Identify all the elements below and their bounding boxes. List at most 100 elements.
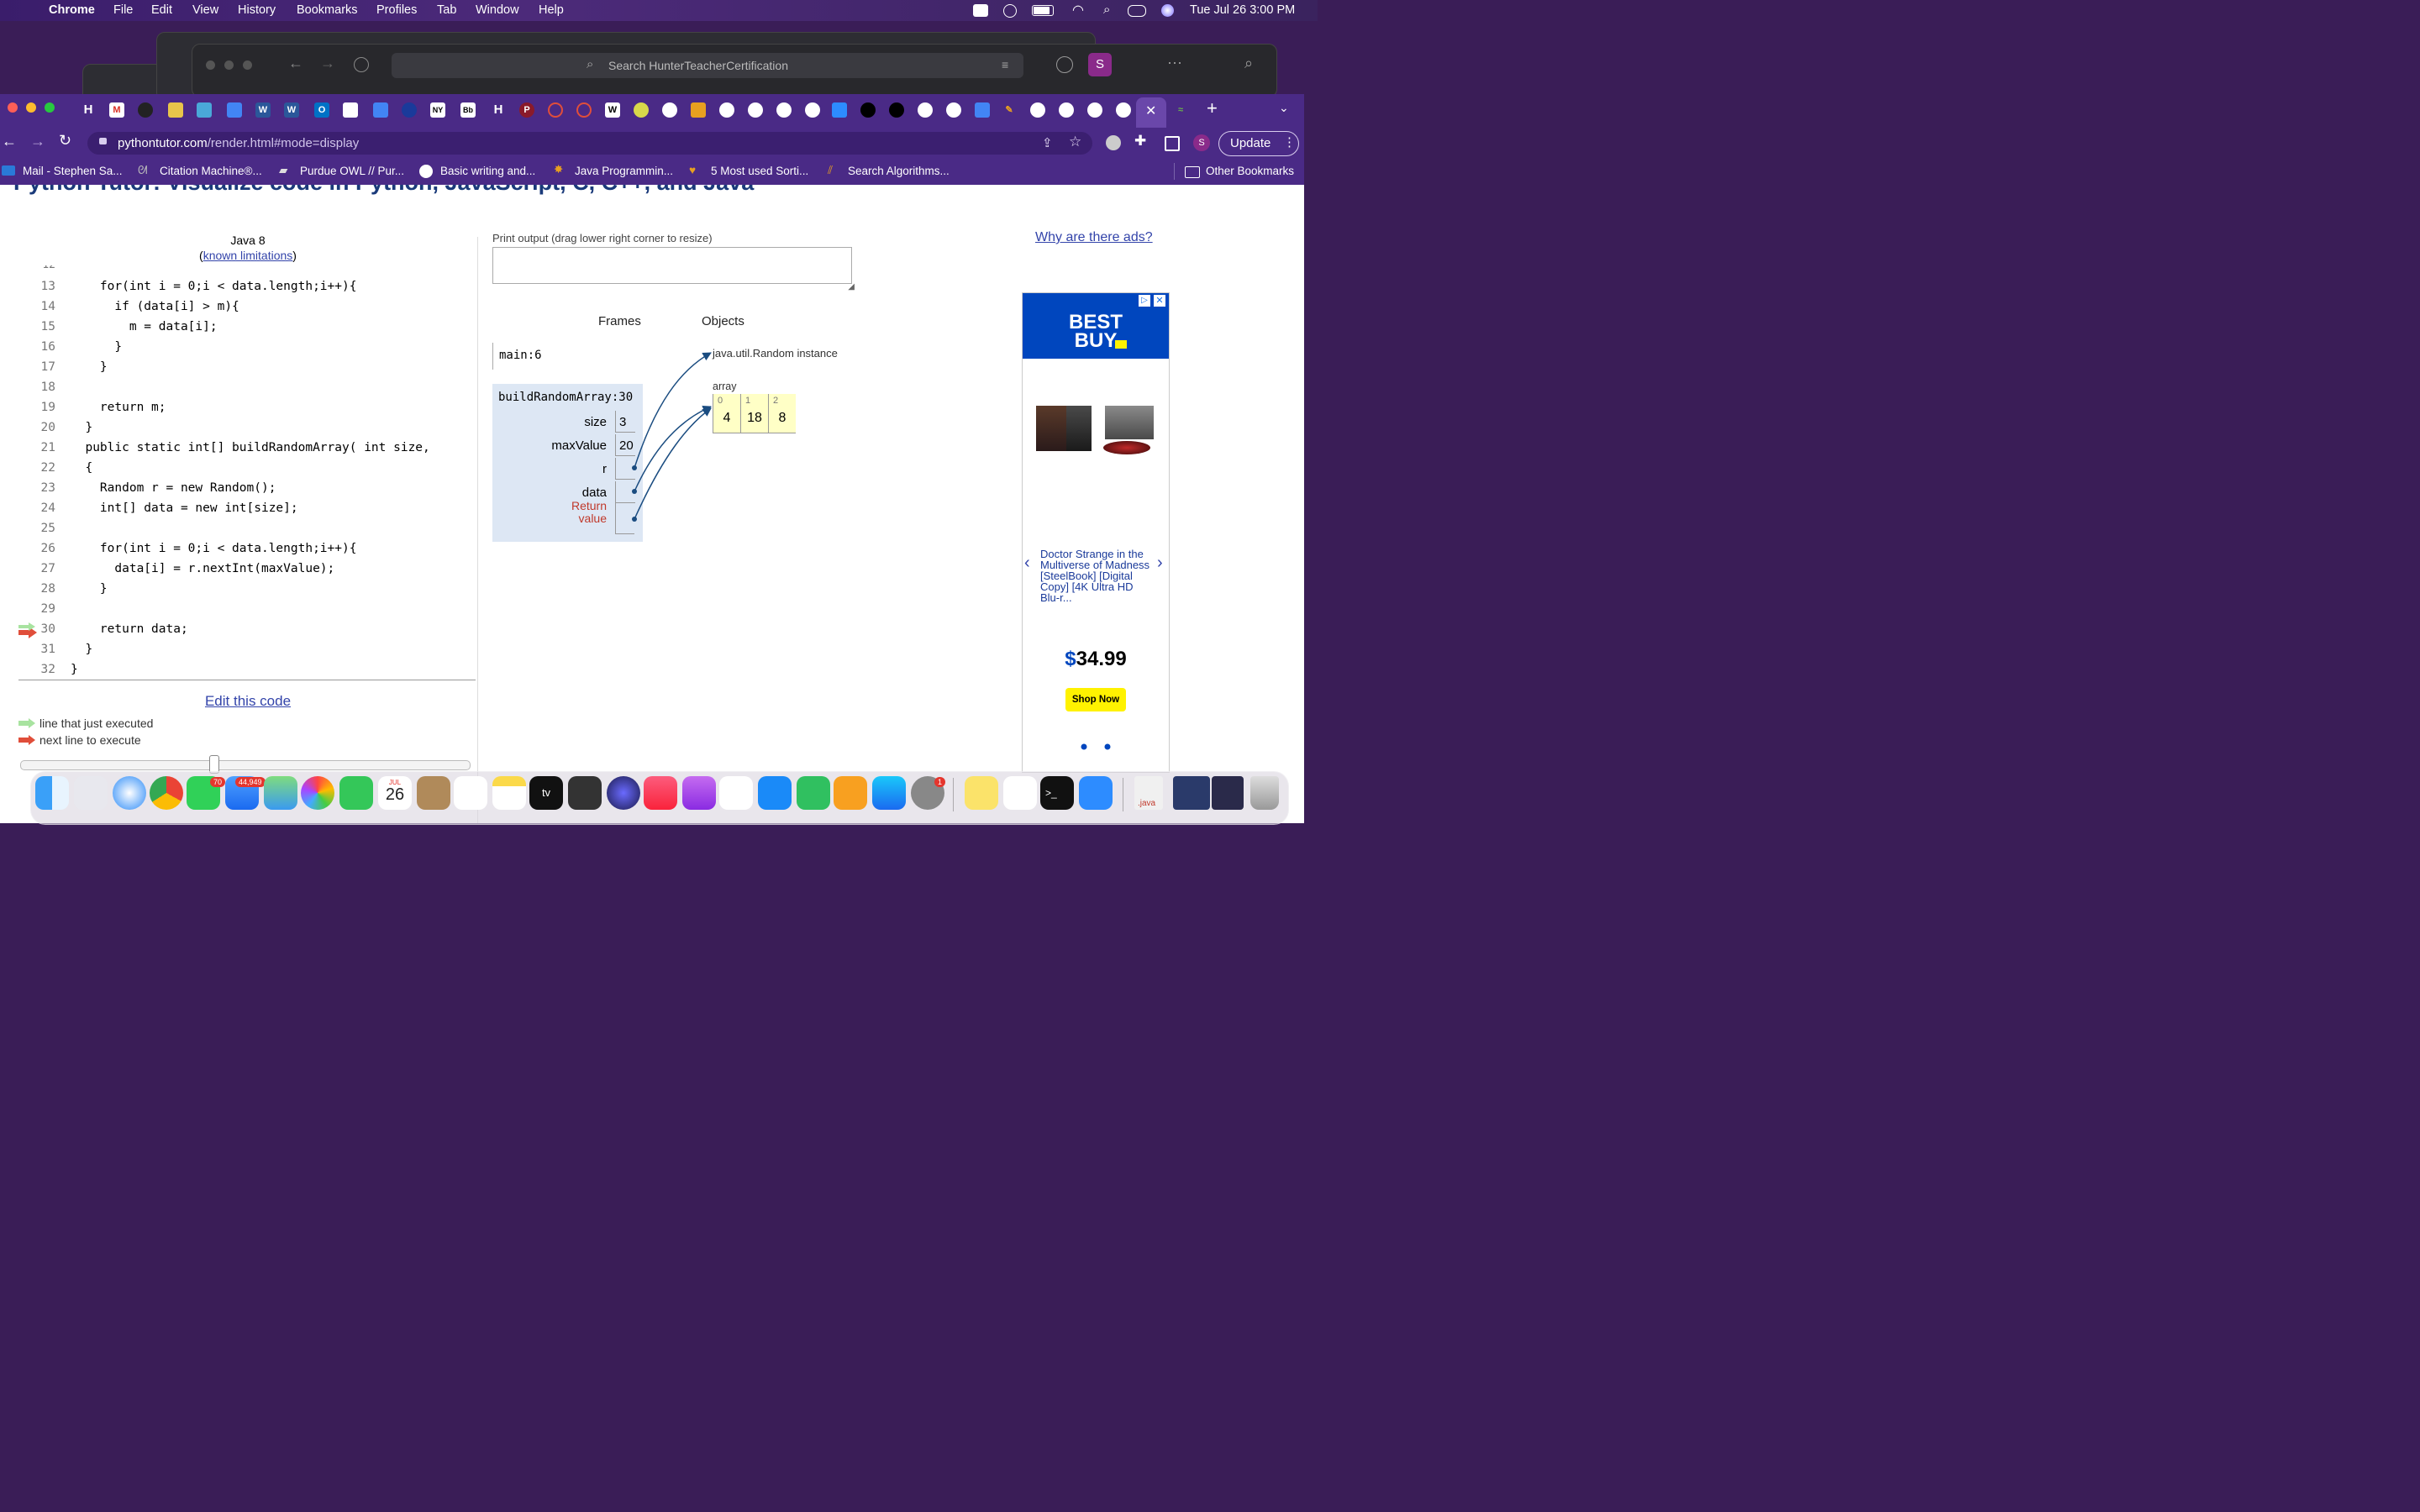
contacts-icon[interactable] — [417, 776, 450, 810]
spotlight-search-icon[interactable]: ⌕ — [1103, 3, 1110, 17]
bookmark-star-icon[interactable]: ☆ — [1069, 134, 1081, 150]
forward-arrow-icon[interactable]: → — [320, 55, 335, 72]
tab-github-icon[interactable] — [946, 102, 961, 118]
tab-favicon-icon[interactable] — [576, 102, 592, 118]
extensions-puzzle-icon[interactable]: ✚ — [1134, 133, 1146, 150]
tab-word-icon[interactable]: W — [284, 102, 299, 118]
menu-tab[interactable]: Tab — [437, 3, 456, 17]
tab-gmail-icon[interactable]: M — [109, 102, 124, 118]
wifi-icon[interactable]: ◠ — [1072, 2, 1084, 18]
traffic-light-min-icon[interactable] — [224, 60, 234, 70]
history-clock-icon[interactable] — [354, 57, 369, 72]
extension-icon[interactable] — [1106, 135, 1121, 150]
back-icon[interactable]: ← — [2, 133, 17, 150]
bookmark-search-algorithms[interactable]: Search Algorithms... — [848, 165, 950, 177]
chrome-icon[interactable] — [150, 776, 183, 810]
profile-avatar[interactable]: S — [1193, 134, 1210, 151]
music-icon[interactable] — [644, 776, 677, 810]
clock-text[interactable]: Tue Jul 26 3:00 PM — [1190, 3, 1295, 17]
zoom-icon[interactable] — [1079, 776, 1113, 810]
tab-google-docs-icon[interactable] — [373, 102, 388, 118]
menu-help[interactable]: Help — [539, 3, 564, 17]
tab-favicon-p-icon[interactable]: P — [519, 102, 534, 118]
active-tab[interactable]: ✕ — [1136, 97, 1166, 128]
help-icon[interactable] — [1056, 56, 1073, 73]
podcasts-icon[interactable] — [682, 776, 716, 810]
side-panel-icon[interactable] — [1165, 136, 1180, 151]
play-status-icon[interactable] — [1003, 4, 1017, 18]
menu-profiles[interactable]: Profiles — [376, 3, 417, 17]
tab-favicon-icon[interactable] — [889, 102, 904, 118]
window-close-icon[interactable] — [8, 102, 18, 113]
apple-tv-icon[interactable]: tv — [529, 776, 563, 810]
ad-product-title[interactable]: Doctor Strange in the Multiverse of Madn… — [1040, 549, 1155, 603]
tab-favicon-icon[interactable] — [197, 102, 212, 118]
facetime-status-icon[interactable] — [973, 4, 988, 17]
tab-outlook-icon[interactable]: O — [314, 102, 329, 118]
screenshot-stack-icon[interactable] — [1173, 776, 1210, 810]
photos-icon[interactable] — [301, 776, 334, 810]
tab-github-icon[interactable] — [805, 102, 820, 118]
menu-file[interactable]: File — [113, 3, 133, 17]
why-ads-link[interactable]: Why are there ads? — [1035, 230, 1153, 245]
tab-favicon-icon[interactable]: NY — [430, 102, 445, 118]
tab-favicon-icon[interactable] — [691, 102, 706, 118]
tab-zoom-icon[interactable] — [832, 102, 847, 118]
filter-icon[interactable]: ≡ — [1002, 58, 1008, 71]
menu-window[interactable]: Window — [476, 3, 519, 17]
reminders-icon[interactable] — [454, 776, 487, 810]
menu-app-name[interactable]: Chrome — [49, 3, 95, 17]
launchpad-icon[interactable] — [74, 776, 108, 810]
tab-globe-icon[interactable] — [719, 102, 734, 118]
share-icon[interactable]: ⇪ — [1042, 135, 1053, 150]
bookmark-java[interactable]: Java Programmin... — [575, 165, 673, 177]
menu-edit[interactable]: Edit — [151, 3, 172, 17]
tab-github-icon[interactable] — [1087, 102, 1102, 118]
ad-close-icon[interactable]: ✕ — [1154, 295, 1165, 307]
tab-google-docs-icon[interactable] — [227, 102, 242, 118]
menu-history[interactable]: History — [238, 3, 276, 17]
tab-blackboard-icon[interactable]: Bb — [460, 102, 476, 118]
finder-icon[interactable] — [35, 776, 69, 810]
battery-icon[interactable] — [1032, 5, 1054, 16]
app-store-icon[interactable] — [872, 776, 906, 810]
forward-icon[interactable]: → — [30, 133, 45, 150]
teams-avatar[interactable]: S — [1088, 53, 1112, 76]
control-center-icon[interactable] — [1128, 5, 1146, 17]
window-minimize-icon[interactable] — [26, 102, 36, 113]
window-maximize-icon[interactable] — [45, 102, 55, 113]
tab-search-chevron-icon[interactable]: ⌄ — [1279, 101, 1289, 115]
kebab-menu-icon[interactable]: ⋮ — [1283, 134, 1296, 150]
tab-github-icon[interactable] — [662, 102, 677, 118]
ad-prev-arrow-icon[interactable]: ‹ — [1024, 554, 1030, 573]
bookmark-citation[interactable]: Citation Machine®... — [160, 165, 262, 177]
tab-word-icon[interactable]: W — [255, 102, 271, 118]
bookmark-sorting[interactable]: 5 Most used Sorti... — [711, 165, 808, 177]
edit-code-link[interactable]: Edit this code — [18, 693, 477, 710]
tab-favicon-icon[interactable]: ✎ — [1002, 102, 1017, 118]
tab-favicon-icon[interactable] — [138, 102, 153, 118]
numbers-icon[interactable] — [797, 776, 830, 810]
calculator-icon[interactable] — [568, 776, 602, 810]
bookmark-writing[interactable]: Basic writing and... — [440, 165, 535, 177]
trash-icon[interactable] — [1250, 776, 1279, 810]
calendar-icon[interactable]: JUL 26 — [378, 776, 412, 810]
tab-github-icon[interactable] — [1030, 102, 1045, 118]
adchoices-icon[interactable]: ▷ — [1139, 295, 1150, 307]
menu-view[interactable]: View — [192, 3, 218, 17]
teams-search-input[interactable]: ⌕ Search HunterTeacherCertification ≡ — [392, 53, 1023, 78]
tab-github-icon[interactable] — [1059, 102, 1074, 118]
traffic-light-max-icon[interactable] — [243, 60, 252, 70]
update-button[interactable]: Update ⋮ — [1218, 131, 1299, 156]
java-file-icon[interactable]: .java — [1134, 776, 1163, 810]
other-bookmarks[interactable]: Other Bookmarks — [1206, 165, 1294, 177]
news-icon[interactable] — [719, 776, 753, 810]
bookmark-purdue[interactable]: Purdue OWL // Pur... — [300, 165, 404, 177]
tab-favicon-icon[interactable] — [860, 102, 876, 118]
tab-favicon-icon[interactable] — [634, 102, 649, 118]
pages-icon[interactable] — [834, 776, 867, 810]
new-tab-icon[interactable]: + — [1207, 97, 1218, 119]
url-text[interactable]: pythontutor.com/render.html#mode=display — [118, 136, 359, 150]
tab-close-icon[interactable]: ✕ — [1145, 102, 1156, 119]
facetime-icon[interactable] — [339, 776, 373, 810]
